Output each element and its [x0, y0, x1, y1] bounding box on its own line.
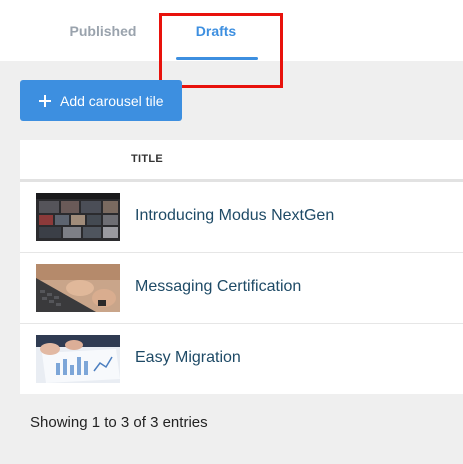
video-dashboard-thumbnail	[36, 193, 120, 241]
table-info-text: Showing 1 to 3 of 3 entries	[30, 414, 208, 431]
table-header: TITLE	[20, 140, 463, 182]
row-title[interactable]: Easy Migration	[135, 349, 241, 367]
add-carousel-tile-label: Add carousel tile	[60, 92, 164, 109]
row-title[interactable]: Messaging Certification	[135, 278, 301, 296]
tablet-chart-thumbnail	[36, 335, 120, 383]
plus-icon	[39, 94, 51, 107]
tab-bar: Published Drafts	[0, 0, 463, 61]
page: Published Drafts Add carousel tile TITLE	[0, 0, 463, 464]
tab-drafts[interactable]: Drafts	[166, 0, 266, 61]
table-row[interactable]: Easy Migration	[20, 324, 463, 395]
row-title[interactable]: Introducing Modus NextGen	[135, 207, 334, 225]
add-carousel-tile-button[interactable]: Add carousel tile	[20, 80, 182, 121]
table-row[interactable]: Introducing Modus NextGen	[20, 182, 463, 253]
active-tab-indicator	[176, 57, 258, 60]
laptop-typing-thumbnail	[36, 264, 120, 312]
carousel-tiles-table: TITLE Introducing Modus NextGen Messagin…	[20, 140, 463, 394]
table-row[interactable]: Messaging Certification	[20, 253, 463, 324]
column-header-title[interactable]: TITLE	[131, 153, 163, 165]
tab-published[interactable]: Published	[52, 0, 154, 61]
